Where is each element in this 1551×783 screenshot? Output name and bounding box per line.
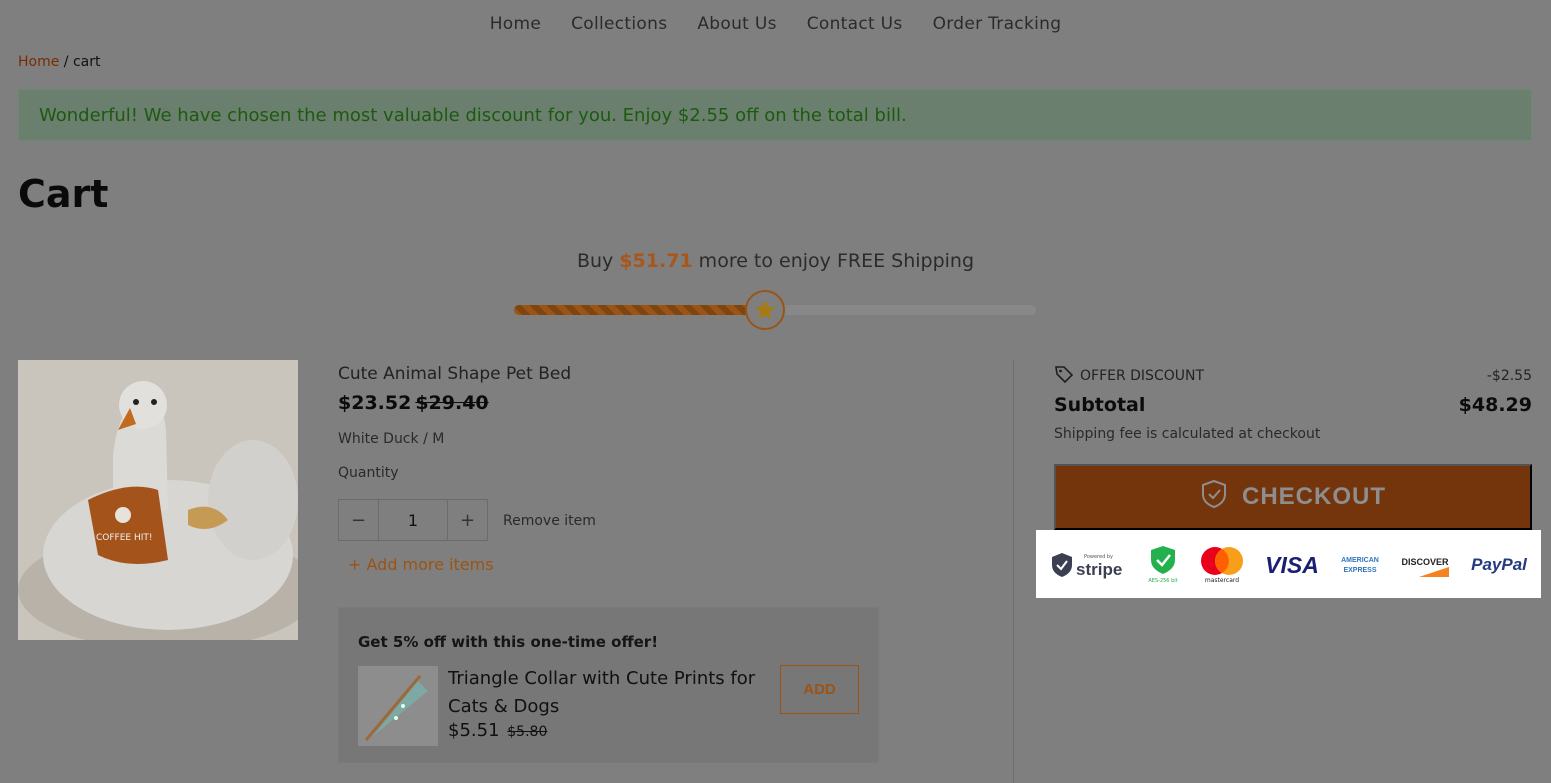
quantity-stepper: − 1 + (338, 499, 488, 541)
nav-home[interactable]: Home (490, 14, 541, 34)
column-divider (1013, 360, 1014, 783)
shipping-note: Shipping fee is calculated at checkout (1054, 426, 1321, 442)
product-image[interactable]: COFFEE HIT! (18, 360, 298, 640)
payment-methods: Powered by stripe AES-256 bit mastercard… (1036, 530, 1541, 598)
free-shipping-suffix: more to enjoy FREE Shipping (692, 250, 975, 272)
breadcrumb-current: cart (72, 54, 101, 70)
add-more-items-link[interactable]: + Add more items (348, 555, 494, 574)
upsell-price: $5.51 (448, 720, 500, 741)
discount-notice: Wonderful! We have chosen the most valua… (18, 89, 1532, 141)
mastercard-logo: mastercard (1199, 544, 1245, 584)
shield-check-icon (1200, 479, 1228, 516)
offer-discount-label: OFFER DISCOUNT (1080, 368, 1205, 384)
subtotal-row: Subtotal $48.29 (1054, 394, 1532, 416)
mastercard-text: mastercard (1205, 577, 1239, 584)
product-price-row: $23.52 $29.40 (338, 392, 489, 414)
checkout-button[interactable]: CHECKOUT (1054, 464, 1532, 530)
remove-item-link[interactable]: Remove item (503, 513, 596, 529)
product-name[interactable]: Cute Animal Shape Pet Bed (338, 364, 571, 384)
page-title: Cart (18, 172, 109, 216)
visa-logo: VISA (1262, 549, 1322, 579)
stripe-text: stripe (1076, 560, 1122, 579)
upsell-add-button[interactable]: ADD (780, 665, 859, 714)
nav-order-tracking[interactable]: Order Tracking (933, 14, 1062, 34)
product-compare-price: $29.40 (415, 392, 489, 414)
american-express-logo: AMERICAN EXPRESS (1338, 549, 1382, 579)
subtotal-value: $48.29 (1458, 394, 1532, 416)
breadcrumb-home-link[interactable]: Home (18, 54, 59, 70)
star-icon (745, 290, 785, 330)
upsell-product-name[interactable]: Triangle Collar with Cute Prints for Cat… (448, 665, 768, 721)
upsell-title: Get 5% off with this one-time offer! (358, 633, 659, 651)
tag-icon (1054, 364, 1074, 388)
nav-about-us[interactable]: About Us (697, 14, 776, 34)
amex-text-1: AMERICAN (1341, 557, 1379, 564)
quantity-increase-button[interactable]: + (447, 500, 487, 540)
nav-collections[interactable]: Collections (571, 14, 667, 34)
quantity-decrease-button[interactable]: − (339, 500, 379, 540)
upsell-offer: Get 5% off with this one-time offer! Tri… (338, 607, 879, 763)
free-shipping-prefix: Buy (576, 250, 620, 272)
top-navigation: Home Collections About Us Contact Us Ord… (0, 0, 1551, 48)
quantity-label: Quantity (338, 465, 399, 481)
product-image-text: COFFEE HIT! (96, 533, 152, 543)
free-shipping-message: Buy $51.71 more to enjoy FREE Shipping (0, 250, 1551, 272)
discover-text: DISCOVER (1401, 557, 1449, 567)
discount-notice-text: Wonderful! We have chosen the most valua… (39, 104, 907, 126)
amex-text-2: EXPRESS (1343, 567, 1376, 574)
nav-contact-us[interactable]: Contact Us (807, 14, 903, 34)
quantity-input[interactable]: 1 (379, 500, 447, 540)
offer-discount-row: OFFER DISCOUNT -$2.55 (1054, 364, 1532, 388)
product-price: $23.52 (338, 392, 412, 414)
offer-discount-value: -$2.55 (1486, 368, 1532, 384)
checkout-label: CHECKOUT (1242, 483, 1386, 510)
aes-text: AES-256 bit (1148, 578, 1177, 584)
upsell-old-price: $5.80 (507, 724, 548, 740)
paypal-text: PayPal (1471, 555, 1528, 574)
upsell-price-row: $5.51 $5.80 (448, 720, 547, 741)
free-shipping-progress-fill (514, 305, 765, 315)
product-variant: White Duck / M (338, 431, 445, 447)
breadcrumb-separator: / (59, 54, 73, 70)
paypal-logo: PayPal (1467, 549, 1531, 579)
stripe-logo: Powered by stripe (1052, 547, 1126, 581)
visa-text: VISA (1265, 552, 1319, 578)
subtotal-label: Subtotal (1054, 394, 1146, 416)
discover-logo: DISCOVER (1399, 549, 1451, 579)
breadcrumb: Home / cart (18, 54, 101, 70)
aes-256-security-logo: AES-256 bit (1143, 544, 1183, 584)
upsell-product-image[interactable] (358, 666, 438, 746)
free-shipping-amount: $51.71 (619, 250, 693, 272)
